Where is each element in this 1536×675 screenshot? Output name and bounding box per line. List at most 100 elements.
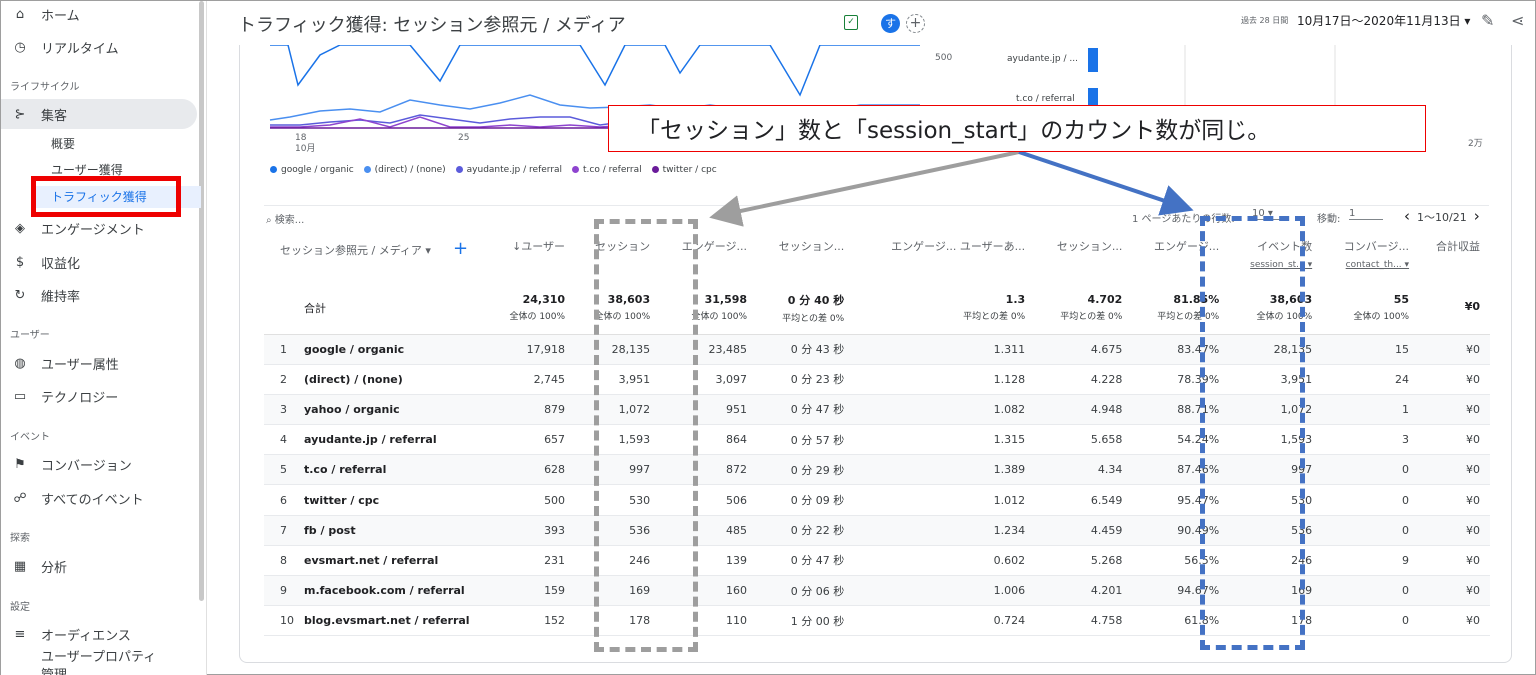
cell-events-per-session: 4.758 xyxy=(1035,605,1133,637)
table-row[interactable]: 8 evsmart.net / referral 231 246 139 0 分 47 秒… xyxy=(264,545,1490,577)
search-input[interactable]: ⌕ 検索... xyxy=(266,211,304,226)
cell-session-duration: 0 分 06 秒 xyxy=(757,575,855,607)
sidebar-item-monetization[interactable]: $ 収益化 xyxy=(1,247,197,277)
row-dimension[interactable]: blog.evsmart.net / referral xyxy=(304,605,490,637)
comparison-avatar[interactable]: す xyxy=(881,14,900,33)
sidebar-item-audience[interactable]: ≡ オーディエンス xyxy=(1,619,197,649)
legend-item[interactable]: google / organic xyxy=(270,165,354,175)
sidebar-item-label: 維持率 xyxy=(41,289,81,305)
total-users: 24,310 全体の 100% xyxy=(490,282,576,335)
cell-revenue: ¥0 xyxy=(1419,515,1490,546)
x-tick: 2万 xyxy=(1468,139,1483,149)
sidebar-item-realtime[interactable]: ◷ リアルタイム xyxy=(1,32,197,62)
row-index: 10 xyxy=(264,605,304,637)
sidebar-item-label: ホーム xyxy=(41,8,80,24)
sidebar-sub-overview[interactable]: 概要 xyxy=(51,133,75,155)
cell-revenue: ¥0 xyxy=(1419,394,1490,426)
cell-session-duration: 0 分 22 秒 xyxy=(757,515,855,546)
legend-item[interactable]: twitter / cpc xyxy=(651,165,717,175)
sidebar-item-admin[interactable]: 管理 xyxy=(41,665,67,675)
table-row[interactable]: 1 google / organic 17,918 28,135 23,485 0 分 4… xyxy=(264,334,1490,365)
total-conversions: 55 全体の 100% xyxy=(1322,282,1420,335)
prev-page-icon[interactable]: ‹ xyxy=(1404,207,1410,225)
table-row[interactable]: 7 fb / post 393 536 485 0 分 22 秒 1.234 4.459 90.… xyxy=(264,515,1490,546)
sidebar-item-acquisition[interactable]: ⊱ 集客 xyxy=(1,99,197,129)
row-index: 2 xyxy=(264,364,304,395)
column-header-events-per-session[interactable]: セッション... xyxy=(1035,232,1132,282)
pager-range: 1〜10/21 xyxy=(1417,211,1467,224)
cell-engaged-per-user: 1.082 xyxy=(854,394,1036,426)
sidebar-item-technology[interactable]: ▭ テクノロジー xyxy=(1,381,197,411)
row-dimension[interactable]: m.facebook.com / referral xyxy=(304,575,490,607)
legend-item[interactable]: ayudante.jp / referral xyxy=(455,165,562,175)
table-row[interactable]: 10 blog.evsmart.net / referral 152 178 110 1 … xyxy=(264,605,1490,637)
table-row[interactable]: 4 ayudante.jp / referral 657 1,593 864 0 分 57… xyxy=(264,424,1490,456)
cell-conversions: 3 xyxy=(1322,424,1420,456)
annotation-blue-dashed-box xyxy=(1200,216,1305,650)
page-header: トラフィック獲得: セッション参照元 / メディア ✓ す + 過去 28 日間… xyxy=(208,1,1535,45)
sidebar-scrollbar[interactable] xyxy=(199,1,204,601)
row-dimension[interactable]: (direct) / (none) xyxy=(304,364,490,395)
sidebar-item-all-events[interactable]: ☍ すべてのイベント xyxy=(1,483,197,513)
sidebar-item-label: 収益化 xyxy=(41,256,81,272)
legend-item[interactable]: (direct) / (none) xyxy=(363,165,446,175)
section-user: ユーザー xyxy=(10,330,50,341)
check-badge-icon[interactable]: ✓ xyxy=(844,15,858,30)
cell-conversions: 0 xyxy=(1322,575,1420,607)
table-row[interactable]: 9 m.facebook.com / referral 159 169 160 0 分 0… xyxy=(264,575,1490,607)
sidebar-item-home[interactable]: ⌂ ホーム xyxy=(1,1,197,29)
row-index: 4 xyxy=(264,424,304,456)
row-dimension[interactable]: fb / post xyxy=(304,515,490,546)
row-index: 8 xyxy=(264,545,304,577)
sidebar-item-engagement[interactable]: ◈ エンゲージメント xyxy=(1,213,197,243)
row-dimension[interactable]: ayudante.jp / referral xyxy=(304,424,490,456)
sidebar-item-analysis[interactable]: ▦ 分析 xyxy=(1,551,197,581)
column-header-dimension[interactable]: セッション参照元 / メディア ▾ + xyxy=(264,232,490,282)
dollar-icon: $ xyxy=(15,254,25,270)
sidebar-item-retention[interactable]: ↻ 維持率 xyxy=(1,280,197,310)
cell-conversions: 0 xyxy=(1322,484,1420,516)
page-title: トラフィック獲得: セッション参照元 / メディア xyxy=(238,15,626,36)
sidebar-item-conversions[interactable]: ⚑ コンバージョン xyxy=(1,449,197,479)
column-header-conversions[interactable]: コンバージ... contact_th... ▾ xyxy=(1322,232,1419,282)
row-dimension[interactable]: yahoo / organic xyxy=(304,394,490,426)
next-page-icon[interactable]: › xyxy=(1474,207,1480,225)
cell-conversions: 0 xyxy=(1322,605,1420,637)
sidebar-item-label: オーディエンス xyxy=(41,628,131,644)
cell-session-duration: 0 分 43 秒 xyxy=(757,334,855,365)
cell-engaged-per-user: 1.389 xyxy=(854,454,1036,486)
table-row[interactable]: 3 yahoo / organic 879 1,072 951 0 分 47 秒 1.082… xyxy=(264,394,1490,426)
add-comparison-icon[interactable]: + xyxy=(906,14,925,33)
table-row[interactable]: 2 (direct) / (none) 2,745 3,951 3,097 0 分 23 … xyxy=(264,364,1490,395)
legend-item[interactable]: t.co / referral xyxy=(572,165,642,175)
cell-session-duration: 0 分 47 秒 xyxy=(757,545,855,577)
customize-report-icon[interactable]: ✎ xyxy=(1481,11,1494,30)
analysis-icon: ▦ xyxy=(13,558,27,574)
column-header-revenue[interactable]: 合計収益 xyxy=(1419,232,1490,282)
column-header-session-duration[interactable]: セッション... xyxy=(757,232,854,282)
row-dimension[interactable]: t.co / referral xyxy=(304,454,490,486)
table-row[interactable]: 6 twitter / cpc 500 530 506 0 分 09 秒 1.012 6.54… xyxy=(264,484,1490,516)
bar-label: t.co / referral xyxy=(1016,94,1075,104)
cell-engaged-per-user: 1.311 xyxy=(854,334,1036,365)
table-row[interactable]: 5 t.co / referral 628 997 872 0 分 29 秒 1.389 4.… xyxy=(264,454,1490,486)
y-tick: 500 xyxy=(935,53,952,63)
column-header-engaged-per-user[interactable]: エンゲージ... ユーザーあ... xyxy=(854,232,1035,282)
row-dimension[interactable]: twitter / cpc xyxy=(304,484,490,516)
cell-conversions: 15 xyxy=(1322,334,1420,365)
flag-icon: ⚑ xyxy=(14,456,26,472)
share-icon[interactable]: ⋖ xyxy=(1511,11,1524,30)
sidebar-item-demographics[interactable]: ◍ ユーザー属性 xyxy=(1,348,197,378)
row-index: 3 xyxy=(264,394,304,426)
row-dimension[interactable]: google / organic xyxy=(304,334,490,365)
goto-input[interactable]: 1 xyxy=(1349,208,1383,220)
cell-users: 879 xyxy=(490,394,576,426)
sidebar-item-label: テクノロジー xyxy=(41,390,119,406)
date-range-picker[interactable]: 10月17日～2020年11月13日 ▾ xyxy=(1297,12,1470,29)
cell-events-per-session: 4.201 xyxy=(1035,575,1133,607)
cell-events-per-session: 4.34 xyxy=(1035,454,1133,486)
add-dimension-icon[interactable]: + xyxy=(453,238,468,259)
row-dimension[interactable]: evsmart.net / referral xyxy=(304,545,490,577)
column-header-users[interactable]: ↓ユーザー xyxy=(490,232,575,282)
row-index: 5 xyxy=(264,454,304,486)
